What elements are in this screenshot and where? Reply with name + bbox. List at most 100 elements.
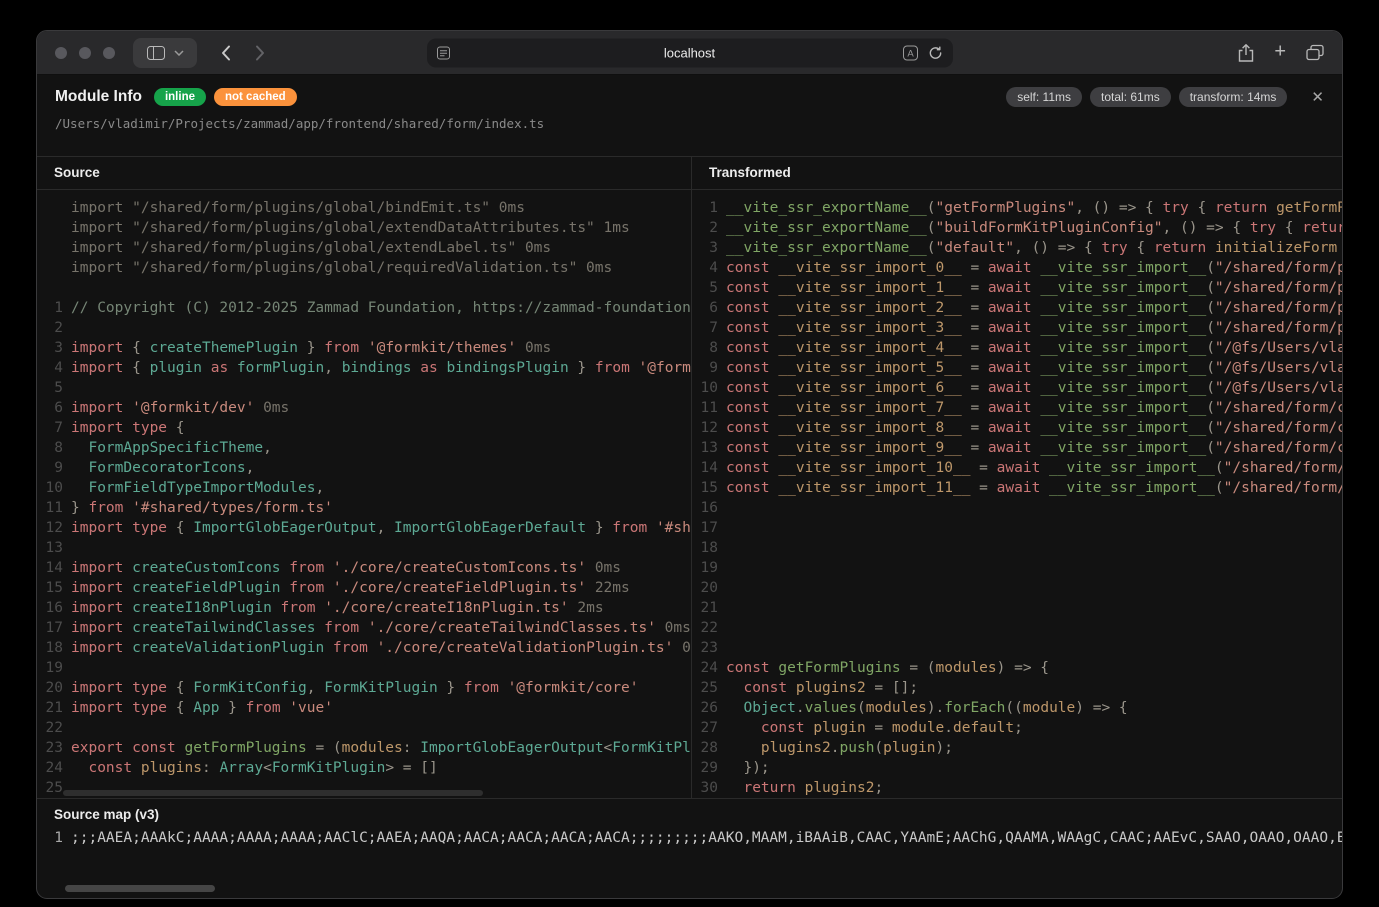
- code-line: 14 const __vite_ssr_import_10__ = await _…: [692, 458, 1342, 478]
- sidebar-icon: [147, 46, 165, 60]
- line-text: FormAppSpecificTheme,: [71, 438, 272, 458]
- chevron-down-icon: [174, 50, 184, 56]
- browser-window: localhost A + Module Info inlineno: [36, 30, 1343, 899]
- code-line: 8 FormAppSpecificTheme,: [37, 438, 691, 458]
- address-bar[interactable]: localhost A: [427, 38, 953, 67]
- timing-badge: self: 11ms: [1006, 87, 1082, 107]
- line-number: 5: [692, 278, 718, 298]
- source-pane: Source import "/shared/form/plugins/glob…: [37, 157, 691, 798]
- svg-text:A: A: [907, 48, 914, 59]
- line-text: FormDecoratorIcons,: [71, 458, 254, 478]
- code-line: 1// Copyright (C) 2012-2025 Zammad Found…: [37, 298, 691, 318]
- line-number: 30: [692, 778, 718, 798]
- line-text: const plugins2 = [];: [726, 678, 918, 698]
- code-line: 22: [692, 618, 1342, 638]
- code-line: 4 import { plugin as formPlugin, bindings…: [37, 358, 691, 378]
- line-text: import type { ImportGlobEagerOutput, Imp…: [71, 518, 691, 538]
- code-line: 3__vite_ssr_exportName__("default", () =…: [692, 238, 1342, 258]
- sidebar-toggle-button[interactable]: [133, 38, 197, 68]
- line-text: import "/shared/form/plugins/global/exte…: [71, 218, 630, 238]
- line-number: 12: [37, 518, 63, 538]
- code-line: 7const __vite_ssr_import_3__ = await __v…: [692, 318, 1342, 338]
- line-number: 18: [37, 638, 63, 658]
- code-line: 27 const plugin = module.default;: [692, 718, 1342, 738]
- line-text: const __vite_ssr_import_0__ = await __vi…: [726, 258, 1342, 278]
- code-line: 18: [692, 538, 1342, 558]
- back-button[interactable]: [221, 45, 231, 61]
- line-number: 5: [37, 378, 63, 398]
- code-line: 11 const __vite_ssr_import_7__ = await __…: [692, 398, 1342, 418]
- code-line: 2: [37, 318, 691, 338]
- line-number: 8: [37, 438, 63, 458]
- line-number: 13: [692, 438, 718, 458]
- minimize-window-button[interactable]: [79, 47, 91, 59]
- line-text: import createTailwindClasses from './cor…: [71, 618, 691, 638]
- line-text: __vite_ssr_exportName__("buildFormKitPlu…: [726, 218, 1342, 238]
- window-controls: [55, 47, 115, 59]
- line-number: 13: [37, 538, 63, 558]
- page-horizontal-scrollbar[interactable]: [65, 885, 215, 892]
- translate-icon[interactable]: A: [903, 45, 918, 60]
- tab-overview-button[interactable]: [1306, 45, 1324, 61]
- history-nav: [221, 45, 265, 61]
- line-number: [37, 218, 63, 238]
- code-line: 29 });: [692, 758, 1342, 778]
- code-line: import "/shared/form/plugins/global/exte…: [37, 238, 691, 258]
- code-line: 12const __vite_ssr_import_8__ = await __…: [692, 418, 1342, 438]
- code-line: import "/shared/form/plugins/global/exte…: [37, 218, 691, 238]
- close-window-button[interactable]: [55, 47, 67, 59]
- code-line: 25 const plugins2 = [];: [692, 678, 1342, 698]
- code-line: 21import type { App } from 'vue': [37, 698, 691, 718]
- code-line: 10 FormFieldTypeImportModules,: [37, 478, 691, 498]
- sourcemap-title: Source map (v3): [37, 799, 1342, 828]
- line-number: 9: [692, 358, 718, 378]
- code-line: 15const __vite_ssr_import_11__ = await _…: [692, 478, 1342, 498]
- status-badge: inline: [154, 88, 206, 106]
- code-line: 6import '@formkit/dev' 0ms: [37, 398, 691, 418]
- line-text: });: [726, 758, 770, 778]
- line-number: [37, 198, 63, 218]
- code-line: 24const getFormPlugins = (modules) => {: [692, 658, 1342, 678]
- line-text: const __vite_ssr_import_7__ = await __vi…: [726, 398, 1342, 418]
- line-text: import createValidationPlugin from './co…: [71, 638, 691, 658]
- code-line: 5: [37, 378, 691, 398]
- line-number: 17: [692, 518, 718, 538]
- close-icon[interactable]: ✕: [1311, 88, 1324, 106]
- forward-button[interactable]: [255, 45, 265, 61]
- zoom-window-button[interactable]: [103, 47, 115, 59]
- transformed-pane: Transformed 1__vite_ssr_exportName__("ge…: [691, 157, 1342, 798]
- line-text: FormFieldTypeImportModules,: [71, 478, 324, 498]
- code-line: 11} from '#shared/types/form.ts': [37, 498, 691, 518]
- line-text: const __vite_ssr_import_9__ = await __vi…: [726, 438, 1342, 458]
- line-number: 2: [37, 318, 63, 338]
- share-button[interactable]: [1238, 43, 1254, 62]
- line-text: import { createThemePlugin } from '@form…: [71, 338, 551, 358]
- line-number: 27: [692, 718, 718, 738]
- line-number: 19: [37, 658, 63, 678]
- code-line: 22: [37, 718, 691, 738]
- line-number: 14: [692, 458, 718, 478]
- line-text: const __vite_ssr_import_10__ = await __v…: [726, 458, 1342, 478]
- sourcemap-mappings: ;;;AAEA;AAAkC;AAAA;AAAA;AAAA;AAClC;AAEA;…: [71, 828, 1342, 848]
- line-number: 22: [37, 718, 63, 738]
- code-line: 3import { createThemePlugin } from '@for…: [37, 338, 691, 358]
- url-text: localhost: [427, 45, 953, 60]
- line-text: import { plugin as formPlugin, bindings …: [71, 358, 691, 378]
- line-number: [37, 258, 63, 278]
- line-number: 18: [692, 538, 718, 558]
- line-number: 23: [692, 638, 718, 658]
- new-tab-button[interactable]: +: [1274, 42, 1286, 62]
- status-badges: inlinenot cached: [154, 88, 297, 106]
- line-number: 1: [37, 298, 63, 318]
- code-line: 13 const __vite_ssr_import_9__ = await __…: [692, 438, 1342, 458]
- reload-button[interactable]: [928, 45, 943, 60]
- line-number: 7: [37, 418, 63, 438]
- line-number: 6: [692, 298, 718, 318]
- code-line: [37, 278, 691, 298]
- code-line: 19: [692, 558, 1342, 578]
- line-number: 4: [37, 358, 63, 378]
- browser-toolbar: localhost A +: [37, 31, 1342, 75]
- line-number: 11: [692, 398, 718, 418]
- code-line: 6const __vite_ssr_import_2__ = await __v…: [692, 298, 1342, 318]
- source-horizontal-scrollbar[interactable]: [63, 790, 483, 796]
